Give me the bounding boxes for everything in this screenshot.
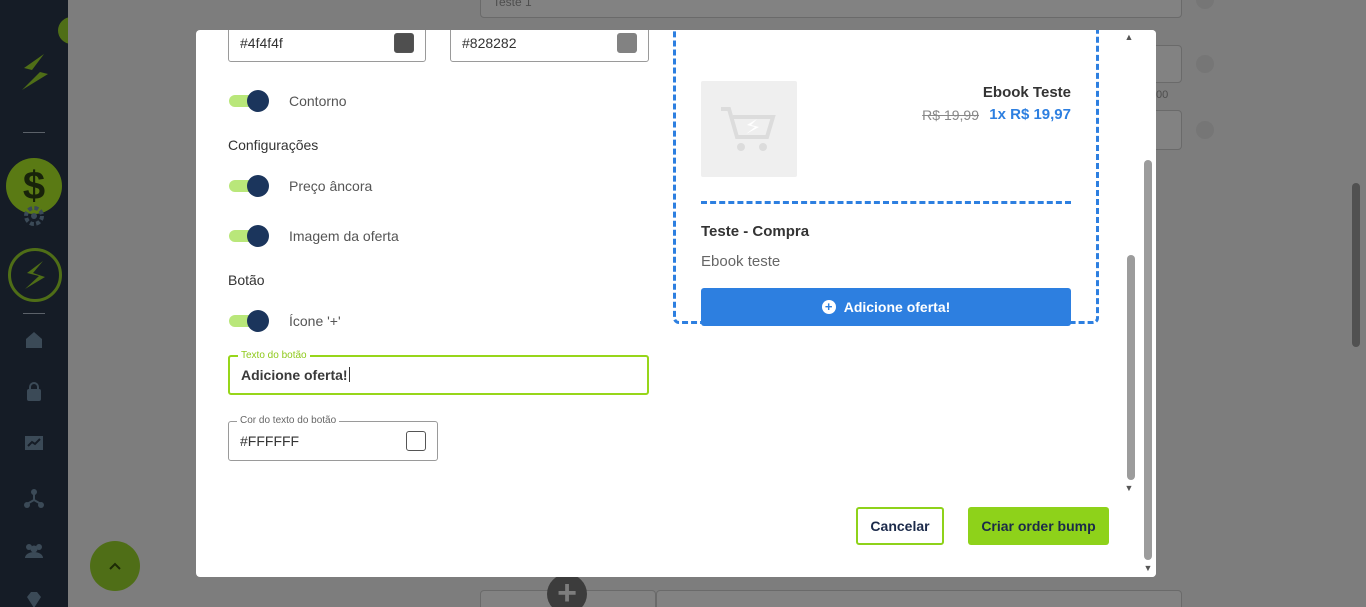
scroll-down-arrow-icon[interactable]: ▼ xyxy=(1142,563,1154,573)
toggle-knob xyxy=(247,90,269,112)
plus-circle-icon: + xyxy=(821,300,836,314)
color-swatch[interactable] xyxy=(406,431,426,451)
toggle-imagem-oferta[interactable] xyxy=(229,225,269,247)
preview-new-price: 1x R$ 19,97 xyxy=(989,106,1071,123)
background-hint-text: 00 xyxy=(1156,89,1169,101)
toggle-preco-ancora[interactable] xyxy=(229,175,269,197)
users-icon[interactable] xyxy=(22,539,46,563)
section-title-config: Configurações xyxy=(228,137,319,153)
chevron-up-icon xyxy=(109,562,121,570)
sidebar-divider xyxy=(23,313,45,314)
button-color-field-legend: Cor do texto do botão xyxy=(237,415,340,427)
diamond-icon[interactable] xyxy=(22,588,46,607)
toggle-icone-plus[interactable] xyxy=(229,310,269,332)
color-field-text-value: #4f4f4f xyxy=(240,35,283,51)
text-caret xyxy=(348,367,350,382)
cart-icon xyxy=(721,107,776,151)
create-button-label: Criar order bump xyxy=(981,518,1096,534)
create-order-bump-button[interactable]: Criar order bump xyxy=(968,507,1109,545)
home-icon[interactable] xyxy=(22,328,46,352)
color-field-text[interactable]: #4f4f4f xyxy=(228,30,426,62)
preview-old-price: R$ 19,99 xyxy=(922,107,979,123)
section-title-botao: Botão xyxy=(228,272,265,288)
background-input-text: Teste 1 xyxy=(493,0,532,9)
modal-scroll-area: ▲ ▼ ▼ xyxy=(1125,30,1156,577)
product-image-placeholder xyxy=(701,81,797,177)
button-text-field-value-text: Adicione oferta! xyxy=(241,367,348,383)
chart-icon[interactable] xyxy=(22,432,46,456)
toggle-knob xyxy=(247,175,269,197)
background-card xyxy=(656,590,1182,607)
background-help-icon xyxy=(1196,0,1214,9)
scroll-top-button[interactable] xyxy=(90,541,140,591)
preview-divider xyxy=(701,201,1071,204)
modal-scrollbar-thumb[interactable] xyxy=(1144,160,1152,560)
toggle-contorno-label: Contorno xyxy=(289,93,347,109)
brand-logo-icon xyxy=(14,50,54,94)
button-color-field-value: #FFFFFF xyxy=(240,433,300,449)
preview-offer-button[interactable]: + Adicione oferta! xyxy=(701,288,1071,326)
network-icon[interactable] xyxy=(22,487,46,511)
button-text-field[interactable]: Texto do botão Adicione oferta! xyxy=(228,350,649,395)
color-field-secondary[interactable]: #828282 xyxy=(450,30,649,62)
preview-offer-title: Teste - Compra xyxy=(701,223,810,240)
button-text-field-value[interactable]: Adicione oferta! xyxy=(241,367,350,383)
background-input: Teste 1 xyxy=(480,0,1182,18)
brand-ring-icon[interactable] xyxy=(8,248,62,302)
toggle-knob xyxy=(247,225,269,247)
page-scrollbar[interactable] xyxy=(1352,183,1360,347)
cancel-button[interactable]: Cancelar xyxy=(856,507,944,545)
inner-scrollbar-thumb[interactable] xyxy=(1127,255,1135,480)
toggle-preco-label: Preço âncora xyxy=(289,178,373,194)
toggle-contorno[interactable] xyxy=(229,90,269,112)
button-color-field[interactable]: Cor do texto do botão #FFFFFF xyxy=(228,415,438,461)
bag-icon[interactable] xyxy=(22,380,46,404)
sidebar: $ xyxy=(0,0,68,607)
preview-product-name: Ebook Teste xyxy=(982,84,1071,101)
order-bump-modal: #4f4f4f #828282 Contorno Configurações P… xyxy=(196,30,1156,577)
sidebar-divider xyxy=(23,132,45,133)
gear-icon[interactable] xyxy=(23,205,45,227)
background-help-icon xyxy=(1196,121,1214,139)
cancel-button-label: Cancelar xyxy=(870,518,930,534)
button-text-field-legend: Texto do botão xyxy=(238,350,310,362)
order-bump-preview: Ebook Teste R$ 19,99 1x R$ 19,97 Teste -… xyxy=(673,30,1099,326)
color-swatch[interactable] xyxy=(617,33,637,53)
scroll-up-arrow-icon[interactable]: ▲ xyxy=(1123,32,1135,42)
toggle-knob xyxy=(247,310,269,332)
preview-offer-button-label: Adicione oferta! xyxy=(843,299,951,315)
color-swatch[interactable] xyxy=(394,33,414,53)
background-help-icon xyxy=(1196,55,1214,73)
scroll-down-arrow-icon[interactable]: ▼ xyxy=(1123,483,1135,493)
color-field-secondary-value: #828282 xyxy=(462,35,517,51)
background-add-icon: + xyxy=(547,574,587,607)
toggle-imagem-label: Imagem da oferta xyxy=(289,228,399,244)
toggle-icone-label: Ícone '+' xyxy=(289,313,341,329)
preview-offer-description: Ebook teste xyxy=(701,253,781,270)
